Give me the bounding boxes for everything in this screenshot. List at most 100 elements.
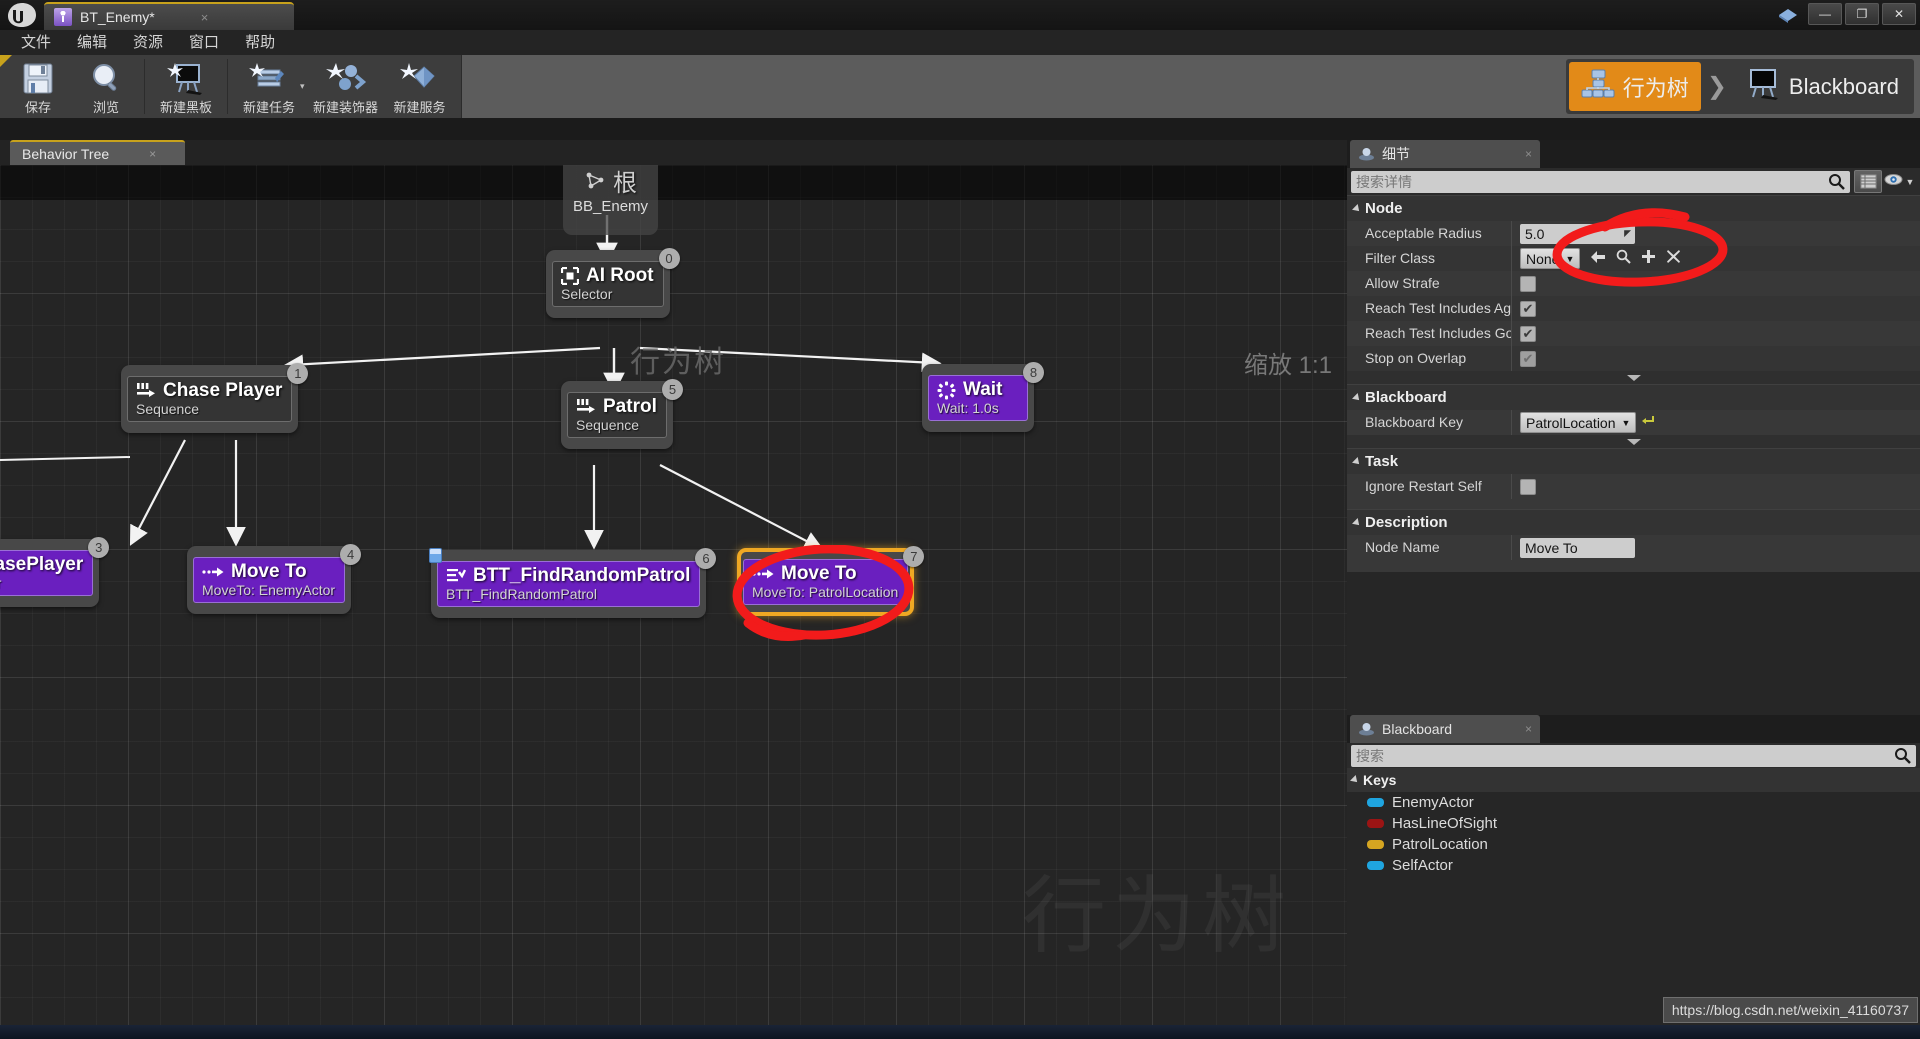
key-type-chip — [1367, 840, 1384, 849]
browse-button-label: 浏览 — [92, 100, 119, 115]
node-body: BTT_FindRandomPatrol BTT_FindRandomPatro… — [437, 561, 701, 607]
save-button[interactable]: 保存 — [4, 55, 72, 118]
graph-node-move-to-enemy[interactable]: Move To MoveTo: EnemyActor 4 — [187, 544, 362, 614]
node-shell[interactable]: BTT_FindRandomPatrol BTT_FindRandomPatro… — [429, 548, 717, 618]
tab-details[interactable]: 细节 × — [1350, 140, 1540, 168]
clear-icon[interactable] — [1666, 249, 1681, 268]
node-name-input[interactable]: Move To — [1520, 537, 1635, 558]
new-task-button[interactable]: 新建任务 — [232, 55, 306, 118]
new-task-dropdown-caret[interactable]: ▾ — [300, 81, 305, 92]
graph-node-bt-chase-player[interactable]: T_ChasePlayer sePlayer 3 — [0, 537, 110, 607]
node-title: Move To — [781, 563, 857, 584]
node-shell-selected[interactable]: Move To MoveTo: PatrolLocation 7 — [737, 546, 925, 616]
browse-button[interactable]: 浏览 — [72, 55, 140, 118]
close-icon[interactable]: × — [1525, 722, 1532, 736]
node-body: Chase Player Sequence — [127, 376, 293, 422]
right-panel-column: 细节 × 搜索详情 ▼ Node Acceptable Radius 5.0 ◤… — [1347, 140, 1920, 1025]
add-icon[interactable] — [1641, 249, 1656, 268]
mode-blackboard[interactable]: Blackboard — [1733, 62, 1911, 111]
grid-view-icon[interactable] — [1854, 170, 1882, 193]
node-index-badge: 7 — [903, 546, 925, 567]
new-task-label: 新建任务 — [242, 100, 295, 115]
node-index-badge: 1 — [287, 363, 309, 384]
section-header-blackboard[interactable]: Blackboard — [1347, 384, 1920, 410]
filter-class-dropdown[interactable]: None ▼ — [1520, 248, 1581, 269]
graph-node-patrol[interactable]: Patrol Sequence 5 — [561, 379, 683, 449]
toolbar-group-asset: 保存 浏览 — [0, 55, 144, 118]
new-blackboard-button[interactable]: 新建黑板 — [149, 55, 223, 118]
property-row-stop-on-overlap: Stop on Overlap ✔ — [1347, 346, 1920, 371]
node-shell[interactable]: AI Root Selector 0 — [546, 248, 680, 318]
reset-arrow-icon[interactable] — [1642, 413, 1656, 432]
node-title: Chase Player — [163, 380, 283, 401]
tab-behavior-tree[interactable]: Behavior Tree × — [10, 140, 185, 165]
graph-node-move-to-patrol[interactable]: Move To MoveTo: PatrolLocation 7 — [737, 546, 925, 616]
eye-filter-button[interactable]: ▼ — [1882, 173, 1916, 191]
spinner-icon[interactable]: ◤ — [1624, 228, 1631, 239]
blackboard-key-row[interactable]: HasLineOfSight — [1347, 813, 1920, 834]
graph-node-ai-root[interactable]: AI Root Selector 0 — [546, 248, 680, 318]
property-row-acceptable-radius: Acceptable Radius 5.0 ◤ — [1347, 221, 1920, 246]
root-node-shell[interactable]: 根 BB_Enemy — [563, 165, 659, 235]
document-tab-bt-enemy[interactable]: BT_Enemy* × — [44, 2, 294, 30]
details-search-input[interactable]: 搜索详情 — [1351, 170, 1850, 193]
reach-test-goal-checkbox[interactable]: ✔ — [1520, 325, 1536, 342]
root-node-subtitle: BB_Enemy — [573, 198, 649, 215]
section-collapse-node[interactable] — [1347, 371, 1920, 384]
ignore-restart-self-checkbox[interactable] — [1520, 478, 1536, 495]
graph-node-btt-find-random-patrol[interactable]: BTT_FindRandomPatrol BTT_FindRandomPatro… — [429, 548, 717, 618]
stop-on-overlap-checkbox[interactable]: ✔ — [1520, 350, 1536, 367]
selector-icon — [561, 267, 579, 285]
node-shell[interactable]: Chase Player Sequence 1 — [121, 363, 309, 433]
blackboard-keys-header[interactable]: Keys — [1347, 768, 1920, 792]
title-bar: BT_Enemy* × — ❐ ✕ — [0, 0, 1920, 30]
blackboard-search-input[interactable]: 搜索 — [1351, 744, 1916, 767]
blackboard-key-row[interactable]: EnemyActor — [1347, 792, 1920, 813]
new-decorator-icon — [325, 60, 367, 96]
section-header-node[interactable]: Node — [1347, 195, 1920, 221]
menu-file[interactable]: 文件 — [8, 30, 64, 55]
node-shell[interactable]: Patrol Sequence 5 — [561, 379, 683, 449]
back-arrow-icon[interactable] — [1590, 250, 1606, 268]
close-icon[interactable]: × — [201, 10, 209, 25]
new-service-button[interactable]: 新建服务 — [383, 55, 457, 118]
tab-blackboard[interactable]: Blackboard × — [1350, 715, 1540, 743]
blackboard-key-row[interactable]: SelfActor — [1347, 855, 1920, 876]
minimize-button[interactable]: — — [1808, 3, 1842, 25]
allow-strafe-checkbox[interactable] — [1520, 275, 1536, 292]
node-shell[interactable]: Move To MoveTo: EnemyActor 4 — [187, 544, 362, 614]
reach-test-agent-checkbox[interactable]: ✔ — [1520, 300, 1536, 317]
behavior-tree-asset-icon — [54, 8, 72, 26]
graph-tab-bar: Behavior Tree × — [0, 140, 1347, 165]
section-header-description[interactable]: Description — [1347, 509, 1920, 535]
close-icon[interactable]: × — [149, 147, 156, 161]
close-icon[interactable]: × — [1525, 147, 1532, 161]
node-shell[interactable]: Wait Wait: 1.0s 8 — [922, 362, 1044, 432]
blackboard-key-row[interactable]: PatrolLocation — [1347, 834, 1920, 855]
menu-window[interactable]: 窗口 — [176, 30, 232, 55]
property-value: Move To — [1512, 537, 1920, 558]
graph-node-wait[interactable]: Wait Wait: 1.0s 8 — [922, 362, 1044, 432]
node-shell[interactable]: T_ChasePlayer sePlayer 3 — [0, 537, 110, 607]
acceptable-radius-input[interactable]: 5.0 ◤ — [1520, 223, 1635, 244]
graph-node-root[interactable]: 根 BB_Enemy — [563, 165, 659, 235]
moveto-icon — [202, 565, 224, 579]
node-title-row: AI Root — [561, 265, 654, 287]
key-type-chip — [1367, 861, 1384, 870]
behavior-tree-graph-canvas[interactable]: 行为树 缩放 1:1 行为树 根 BB_Enemy AI Root Select… — [0, 165, 1347, 1025]
graph-header-title: 行为树 — [630, 346, 726, 379]
section-header-task[interactable]: Task — [1347, 448, 1920, 474]
close-window-button[interactable]: ✕ — [1882, 3, 1916, 25]
menu-edit[interactable]: 编辑 — [64, 30, 120, 55]
menu-help[interactable]: 帮助 — [232, 30, 288, 55]
maximize-button[interactable]: ❐ — [1845, 3, 1879, 25]
mode-behavior-tree[interactable]: 行为树 — [1568, 62, 1701, 111]
section-collapse-blackboard[interactable] — [1347, 435, 1920, 448]
graph-node-chase-player[interactable]: Chase Player Sequence 1 — [121, 363, 309, 433]
browse-icon[interactable] — [1616, 249, 1632, 268]
property-value: ✔ — [1512, 300, 1920, 317]
blackboard-key-dropdown[interactable]: PatrolLocation ▼ — [1520, 412, 1637, 433]
menu-assets[interactable]: 资源 — [120, 30, 176, 55]
new-decorator-button[interactable]: 新建装饰器 — [309, 55, 383, 118]
eye-icon — [1884, 173, 1903, 191]
